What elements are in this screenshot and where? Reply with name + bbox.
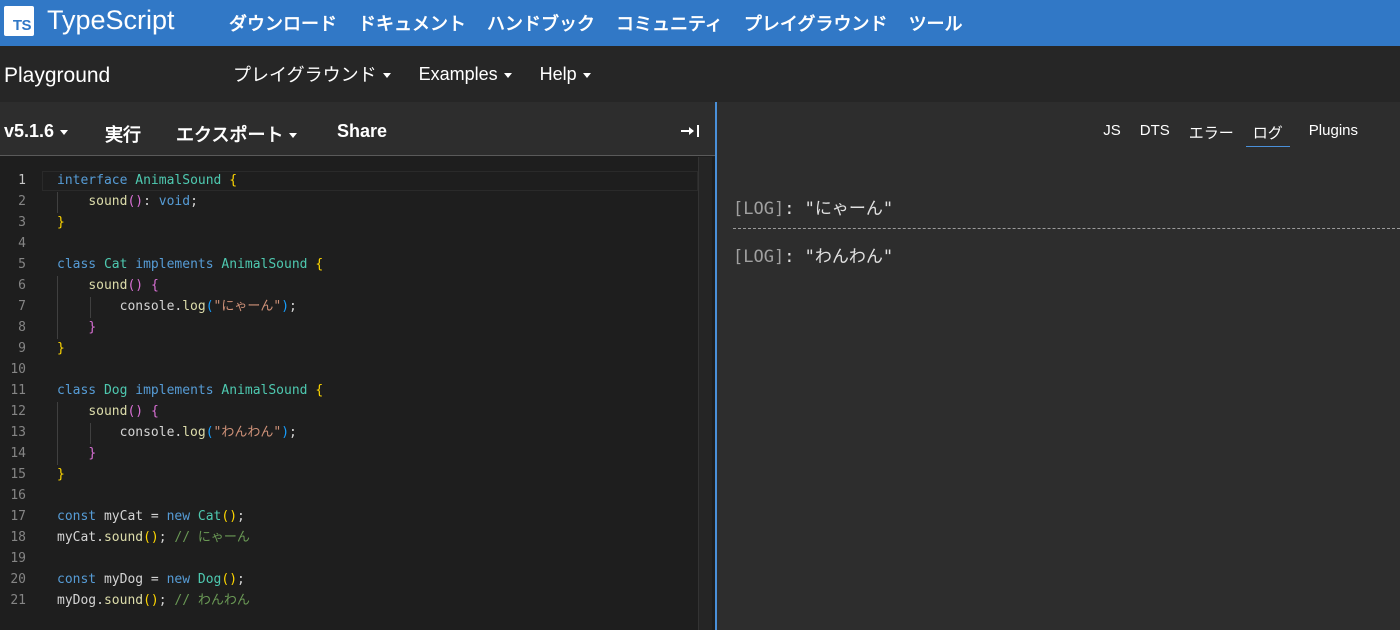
- menu-label: Examples: [418, 63, 498, 84]
- playground-header: Playground プレイグラウンド Examples Help: [0, 46, 1400, 102]
- page-title: Playground: [4, 64, 111, 87]
- line-number: 10: [10, 362, 26, 377]
- log-value: "にゃーん": [804, 199, 894, 219]
- output-tabs: JS DTS エラー ログ Plugins: [1084, 122, 1358, 147]
- line-number: 6: [18, 278, 26, 293]
- code-line: 19: [0, 548, 700, 569]
- nav-link-community[interactable]: コミュニティ: [616, 10, 723, 36]
- line-number: 16: [10, 488, 26, 503]
- export-label: エクスポート: [176, 125, 284, 145]
- line-number: 11: [10, 383, 26, 398]
- code-line: 16: [0, 485, 700, 506]
- code-line: 1 interface AnimalSound {: [0, 170, 700, 191]
- code-line: 4: [0, 233, 700, 254]
- log-entry: [LOG]: "わんわん": [733, 242, 893, 267]
- code-line: 2 sound(): void;: [0, 191, 700, 212]
- code-line: 15}: [0, 464, 700, 485]
- line-number: 2: [18, 194, 26, 209]
- menu-label: Help: [539, 63, 577, 84]
- tab-dts[interactable]: DTS: [1140, 122, 1170, 147]
- tab-plugins[interactable]: Plugins: [1309, 122, 1358, 147]
- line-number: 3: [18, 215, 26, 230]
- code-line: 10: [0, 359, 700, 380]
- line-number: 1: [18, 173, 26, 188]
- line-number: 9: [18, 341, 26, 356]
- line-number: 20: [10, 572, 26, 587]
- line-number: 15: [10, 467, 26, 482]
- version-select[interactable]: v5.1.6: [4, 121, 69, 142]
- line-number: 21: [10, 593, 26, 608]
- chevron-down-icon: [582, 72, 591, 78]
- code-line: 14 }: [0, 443, 700, 464]
- log-entry: [LOG]: "にゃーん": [733, 194, 893, 219]
- playground-menu-button[interactable]: プレイグラウンド: [233, 61, 391, 87]
- brand-name[interactable]: TypeScript: [47, 5, 175, 36]
- editor-scrollbar[interactable]: [698, 157, 712, 630]
- tab-logs[interactable]: ログ: [1245, 122, 1290, 147]
- editor-toolbar: v5.1.6 実行 エクスポート Share: [0, 102, 715, 156]
- code-line: 3}: [0, 212, 700, 233]
- nav-link-handbook[interactable]: ハンドブック: [487, 10, 595, 36]
- log-separator: :: [784, 199, 805, 219]
- collapse-sidebar-icon[interactable]: [681, 124, 699, 138]
- top-nav: ダウンロード ドキュメント ハンドブック コミュニティ プレイグラウンド ツール: [229, 0, 984, 46]
- logo-text: TS: [12, 17, 32, 34]
- help-menu-button[interactable]: Help: [540, 64, 591, 85]
- line-number: 4: [18, 236, 26, 251]
- code-line: 13 console.log("わんわん");: [0, 422, 700, 443]
- share-button[interactable]: Share: [337, 121, 387, 142]
- export-menu-button[interactable]: エクスポート: [176, 121, 298, 147]
- site-header: TS TypeScript ダウンロード ドキュメント ハンドブック コミュニテ…: [0, 0, 1400, 46]
- log-separator: :: [784, 247, 805, 267]
- log-value: "わんわん": [804, 247, 894, 267]
- code-line: 5 class Cat implements AnimalSound {: [0, 254, 700, 275]
- line-number: 5: [18, 257, 26, 272]
- tab-errors[interactable]: エラー: [1189, 122, 1234, 147]
- line-number: 13: [10, 425, 26, 440]
- output-pane: JS DTS エラー ログ Plugins [LOG]: "にゃーん" [LOG…: [717, 102, 1400, 630]
- code-line: 7 console.log("にゃーん");: [0, 296, 700, 317]
- code-line: 21 myDog.sound(); // わんわん: [0, 590, 700, 611]
- editor-pane: v5.1.6 実行 エクスポート Share 1 interface Animal…: [0, 102, 715, 630]
- code-line: 9}: [0, 338, 700, 359]
- code-line: 17 const myCat = new Cat();: [0, 506, 700, 527]
- log-tag: [LOG]: [733, 247, 785, 267]
- line-number: 8: [18, 320, 26, 335]
- code-editor[interactable]: 1 interface AnimalSound { 2 sound(): void…: [0, 157, 715, 630]
- chevron-down-icon: [289, 132, 298, 138]
- nav-link-download[interactable]: ダウンロード: [229, 10, 337, 36]
- run-button[interactable]: 実行: [105, 121, 141, 147]
- code-line: 18 myCat.sound(); // にゃーん: [0, 527, 700, 548]
- nav-link-playground[interactable]: プレイグラウンド: [744, 10, 888, 36]
- typescript-logo-icon[interactable]: TS: [4, 6, 34, 36]
- line-number: 12: [10, 404, 26, 419]
- log-divider: [733, 228, 1400, 229]
- code-line: 20 const myDog = new Dog();: [0, 569, 700, 590]
- chevron-down-icon: [382, 72, 391, 78]
- code-line: 12 sound() {: [0, 401, 700, 422]
- line-number: 14: [10, 446, 26, 461]
- playground-menu: プレイグラウンド Examples Help: [233, 46, 619, 102]
- code-line: 11 class Dog implements AnimalSound {: [0, 380, 700, 401]
- line-number: 18: [10, 530, 26, 545]
- code-line: 8 }: [0, 317, 700, 338]
- chevron-down-icon: [60, 130, 69, 135]
- examples-menu-button[interactable]: Examples: [419, 64, 512, 85]
- nav-link-tools[interactable]: ツール: [909, 10, 963, 36]
- menu-label: プレイグラウンド: [233, 65, 377, 85]
- nav-link-docs[interactable]: ドキュメント: [358, 10, 466, 36]
- version-label: v5.1.6: [4, 121, 55, 141]
- log-tag: [LOG]: [733, 199, 785, 219]
- code-line: 6 sound() {: [0, 275, 700, 296]
- line-number: 19: [10, 551, 26, 566]
- chevron-down-icon: [503, 72, 512, 78]
- line-number: 7: [18, 299, 26, 314]
- line-number: 17: [10, 509, 26, 524]
- tab-js[interactable]: JS: [1103, 122, 1121, 147]
